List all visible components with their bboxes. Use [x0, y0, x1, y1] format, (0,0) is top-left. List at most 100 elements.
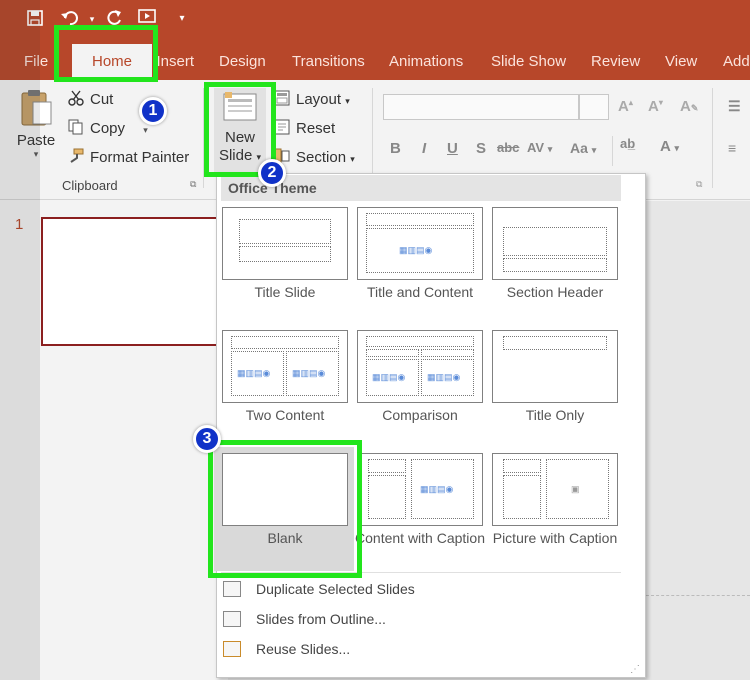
- slides-from-outline-item[interactable]: Slides from Outline...: [221, 606, 621, 632]
- clipboard-group-label: Clipboard: [62, 178, 118, 193]
- layout-button[interactable]: Layout ▾: [274, 90, 350, 108]
- subtitle-placeholder: [239, 246, 331, 262]
- title-placeholder: [503, 459, 541, 473]
- character-spacing-label: AV: [527, 140, 545, 155]
- callout-box-blank-layout: [208, 440, 362, 578]
- copy-icon: [68, 119, 84, 135]
- font-name-box[interactable]: [383, 94, 579, 120]
- reuse-slides-item[interactable]: Reuse Slides...: [221, 636, 621, 662]
- layout-two-content[interactable]: ▦▥▤◉ ▦▥▤◉ Two Content: [222, 330, 348, 438]
- clipboard-launcher-icon[interactable]: ⧉: [190, 179, 196, 190]
- shadow-overlay: [0, 0, 40, 680]
- tab-slide-show[interactable]: Slide Show: [491, 44, 566, 80]
- title-placeholder: [503, 336, 607, 350]
- content-icons: ▦▥▤◉: [237, 368, 271, 378]
- highlight-color-icon[interactable]: ab̲: [620, 136, 635, 151]
- layout-label: Title and Content: [366, 284, 474, 300]
- format-painter-button[interactable]: Format Painter: [68, 148, 189, 166]
- layout-thumbnail: [222, 207, 348, 280]
- slide-thumbnail[interactable]: [41, 217, 231, 346]
- tab-design[interactable]: Design: [219, 44, 266, 80]
- layout-thumbnail: [492, 330, 618, 403]
- callout-badge-2: 2: [258, 159, 286, 187]
- slide-edge-guide: [646, 595, 750, 596]
- ribbon-divider: [612, 136, 613, 166]
- layout-label: Picture with Caption: [492, 530, 618, 546]
- shadow-icon[interactable]: S: [476, 140, 486, 157]
- section-label: Section: [296, 149, 347, 166]
- change-case-button[interactable]: Aa ▾: [570, 140, 596, 156]
- layout-title-only[interactable]: Title Only: [492, 330, 618, 438]
- layout-title-slide[interactable]: Title Slide: [222, 207, 348, 315]
- content-icons: ▦▥▤◉: [399, 245, 433, 255]
- scissors-icon: [68, 90, 84, 106]
- tab-animations[interactable]: Animations: [389, 44, 463, 80]
- tab-view[interactable]: View: [665, 44, 697, 80]
- layout-icon: [274, 90, 290, 106]
- layout-label: Layout: [296, 91, 342, 108]
- layout-label: Title Only: [525, 407, 585, 423]
- layout-label: Content with Caption: [355, 530, 485, 546]
- font-launcher-icon[interactable]: ⧉: [696, 179, 702, 190]
- character-spacing-button[interactable]: AV ▾: [527, 140, 552, 155]
- layout-label: Section Header: [506, 284, 604, 300]
- layout-content-with-caption[interactable]: ▦▥▤◉ Content with Caption: [355, 453, 485, 561]
- title-placeholder: [239, 219, 331, 244]
- character-spacing-dropdown-icon: ▾: [547, 144, 553, 154]
- cut-button[interactable]: Cut: [68, 90, 113, 108]
- section-dropdown-icon: ▾: [350, 154, 355, 164]
- menu-resize-grip-icon[interactable]: ⋰: [630, 664, 640, 675]
- title-placeholder: [366, 336, 474, 347]
- content-icons: ▦▥▤◉: [420, 484, 454, 494]
- decrease-font-size-icon[interactable]: A▾: [648, 98, 663, 115]
- clear-formatting-icon[interactable]: A✎: [680, 98, 698, 115]
- menu-command-label: Slides from Outline...: [256, 611, 386, 627]
- outline-icon: [223, 611, 241, 627]
- italic-button[interactable]: I: [422, 140, 426, 157]
- tab-review[interactable]: Review: [591, 44, 640, 80]
- layout-section-header[interactable]: Section Header: [492, 207, 618, 315]
- layout-thumbnail: [492, 207, 618, 280]
- layout-label: Comparison: [382, 407, 458, 423]
- layout-title-and-content[interactable]: ▦▥▤◉ Title and Content: [357, 207, 483, 315]
- ribbon-divider: [712, 88, 713, 188]
- font-color-icon[interactable]: A ▾: [660, 138, 679, 155]
- align-left-icon[interactable]: ≡: [728, 140, 736, 156]
- layout-thumbnail: ▦▥▤◉: [357, 207, 483, 280]
- format-painter-label: Format Painter: [90, 149, 190, 166]
- bold-button[interactable]: B: [390, 140, 401, 157]
- menu-command-label: Duplicate Selected Slides: [256, 581, 415, 597]
- change-case-dropdown-icon: ▾: [591, 145, 597, 155]
- caption-placeholder: [503, 475, 541, 519]
- callout-badge-1: 1: [139, 97, 167, 125]
- heading-placeholder-left: [366, 349, 419, 357]
- content-icons: ▦▥▤◉: [372, 372, 406, 382]
- layout-picture-with-caption[interactable]: ▣ Picture with Caption: [492, 453, 618, 561]
- layout-comparison[interactable]: ▦▥▤◉ ▦▥▤◉ Comparison: [357, 330, 483, 438]
- layout-thumbnail: ▦▥▤◉: [357, 453, 483, 526]
- layout-label: Two Content: [245, 407, 325, 423]
- copy-button[interactable]: Copy ▾: [68, 119, 148, 137]
- customize-qat-icon[interactable]: ▾: [172, 9, 192, 29]
- increase-font-size-icon[interactable]: A▴: [618, 98, 633, 115]
- copy-dropdown-icon[interactable]: ▾: [143, 125, 148, 135]
- section-button[interactable]: Section ▾: [274, 148, 355, 166]
- layout-thumbnail: ▦▥▤◉ ▦▥▤◉: [222, 330, 348, 403]
- format-painter-icon: [68, 148, 84, 164]
- duplicate-selected-slides-item[interactable]: Duplicate Selected Slides: [221, 576, 621, 602]
- title-placeholder: [231, 336, 339, 349]
- layout-thumbnail: ▦▥▤◉ ▦▥▤◉: [357, 330, 483, 403]
- callout-box-home-tab: [54, 25, 158, 82]
- heading-placeholder-right: [421, 349, 474, 357]
- tab-add-ins[interactable]: Add-ins: [723, 44, 750, 80]
- reuse-slides-icon: [223, 641, 241, 657]
- underline-button[interactable]: U: [447, 140, 458, 157]
- content-icons: ▦▥▤◉: [427, 372, 461, 382]
- reset-button[interactable]: Reset: [274, 119, 335, 137]
- tab-transitions[interactable]: Transitions: [292, 44, 365, 80]
- strikethrough-button[interactable]: abc: [497, 140, 519, 155]
- bullets-icon[interactable]: ☰: [728, 98, 741, 115]
- menu-command-label: Reuse Slides...: [256, 641, 351, 657]
- title-placeholder: [503, 227, 607, 256]
- font-size-box[interactable]: [579, 94, 609, 120]
